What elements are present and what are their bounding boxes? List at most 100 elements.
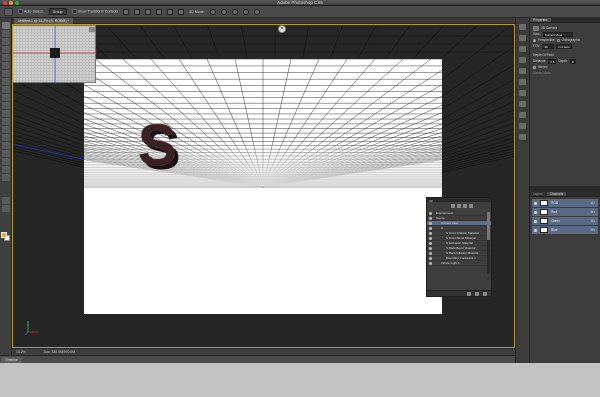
styles-panel-icon[interactable] <box>519 101 526 107</box>
shape-tool-icon[interactable] <box>1 158 10 165</box>
eyedropper-tool-icon[interactable] <box>1 62 10 69</box>
channel-row-blue[interactable]: Blue ⌘5 <box>532 226 598 234</box>
slide-3d-icon[interactable] <box>242 8 249 15</box>
channel-row-red[interactable]: Red ⌘3 <box>532 208 598 216</box>
swatches-panel-icon[interactable] <box>519 79 526 85</box>
render-icon[interactable] <box>475 292 479 296</box>
history-brush-tool-icon[interactable] <box>1 94 10 101</box>
align-top-icon[interactable] <box>123 8 130 15</box>
paragraph-panel-icon[interactable] <box>519 57 526 63</box>
depth-input[interactable]: 0 <box>569 58 576 64</box>
delete-icon[interactable] <box>483 292 487 296</box>
channel-row-rgb[interactable]: RGB ⌘2 <box>532 199 598 207</box>
eraser-tool-icon[interactable] <box>1 102 10 109</box>
axis-gizmo[interactable] <box>24 318 40 336</box>
scene-item[interactable]: Infinite Light 1 <box>427 261 491 266</box>
visibility-eye-icon[interactable] <box>429 241 432 245</box>
adjustments-panel-icon[interactable] <box>519 90 526 96</box>
clone-stamp-tool-icon[interactable] <box>1 86 10 93</box>
brush-panel-icon[interactable] <box>519 68 526 74</box>
document-canvas[interactable]: S S <box>84 59 442 314</box>
align-right-icon[interactable] <box>178 8 185 15</box>
visibility-eye-icon[interactable] <box>429 211 432 215</box>
move-tool-icon[interactable] <box>1 22 10 29</box>
tab-properties[interactable]: Properties <box>530 18 551 22</box>
align-left-icon[interactable] <box>156 8 163 15</box>
visibility-eye-icon[interactable] <box>534 219 537 223</box>
auto-select-checkbox[interactable] <box>18 9 23 14</box>
gradient-tool-icon[interactable] <box>1 110 10 117</box>
visibility-eye-icon[interactable] <box>429 226 432 230</box>
3d-secondary-view[interactable] <box>12 25 97 84</box>
show-transform-toggle[interactable]: Show Transform Controls <box>71 9 118 14</box>
3d-panel-icon[interactable] <box>519 134 526 140</box>
visibility-eye-icon[interactable] <box>429 231 432 235</box>
visibility-eye-icon[interactable] <box>429 256 432 260</box>
filter-meshes-icon[interactable] <box>457 204 461 208</box>
dodge-tool-icon[interactable] <box>1 126 10 133</box>
channels-panel-header: Layers Channels <box>530 192 600 197</box>
marquee-tool-icon[interactable] <box>1 30 10 37</box>
move-tool-icon[interactable] <box>4 7 13 16</box>
healing-brush-tool-icon[interactable] <box>1 70 10 77</box>
visibility-eye-icon[interactable] <box>429 261 432 265</box>
info-panel-icon[interactable] <box>519 112 526 118</box>
crop-tool-icon[interactable] <box>1 54 10 61</box>
scene-scrollbar[interactable] <box>487 212 490 274</box>
brush-tool-icon[interactable] <box>1 78 10 85</box>
filter-lights-icon[interactable] <box>469 204 473 208</box>
perspective-radio[interactable] <box>533 38 536 42</box>
stereo-checkbox[interactable] <box>533 65 536 69</box>
navigator-panel-icon[interactable] <box>519 123 526 129</box>
visibility-eye-icon[interactable] <box>429 246 432 250</box>
distance-input[interactable]: 0.5 <box>548 58 557 64</box>
tab-layers[interactable]: Layers <box>530 192 546 196</box>
path-select-tool-icon[interactable] <box>1 150 10 157</box>
visibility-eye-icon[interactable] <box>429 251 432 255</box>
align-center-icon[interactable] <box>167 8 174 15</box>
fov-input[interactable]: 40 <box>542 43 555 49</box>
drag-3d-icon[interactable] <box>231 8 238 15</box>
timeline-tab[interactable]: Timeline <box>1 357 22 363</box>
visibility-eye-icon[interactable] <box>534 210 537 214</box>
hand-tool-icon[interactable] <box>1 166 10 173</box>
visibility-eye-icon[interactable] <box>429 221 432 225</box>
filter-materials-icon[interactable] <box>463 204 467 208</box>
filter-whole-scene-icon[interactable] <box>451 204 455 208</box>
quick-mask-icon[interactable] <box>1 197 10 204</box>
document-size-info[interactable]: Doc: 330.0M/970.0M <box>44 350 75 354</box>
roll-3d-icon[interactable] <box>220 8 227 15</box>
pen-tool-icon[interactable] <box>1 134 10 141</box>
foreground-color-swatch[interactable] <box>1 232 7 238</box>
rotate-3d-icon[interactable] <box>209 8 216 15</box>
lasso-tool-icon[interactable] <box>1 38 10 45</box>
visibility-eye-icon[interactable] <box>429 236 432 240</box>
3d-scene-panel[interactable]: 3D Environment Scene Current View S S Front … <box>426 197 492 297</box>
quick-select-tool-icon[interactable] <box>1 46 10 53</box>
actions-panel-icon[interactable] <box>519 35 526 41</box>
zoom-level[interactable]: 13.2% <box>16 350 26 354</box>
auto-select-dropdown[interactable]: Group <box>48 8 67 15</box>
blur-tool-icon[interactable] <box>1 118 10 125</box>
view-dropdown[interactable]: Current View <box>542 31 573 37</box>
new-light-icon[interactable] <box>467 292 471 296</box>
type-tool-icon[interactable] <box>1 142 10 149</box>
visibility-eye-icon[interactable] <box>429 216 432 220</box>
channel-row-green[interactable]: Green ⌘4 <box>532 217 598 225</box>
screen-mode-icon[interactable] <box>1 205 10 212</box>
visibility-eye-icon[interactable] <box>534 201 537 205</box>
scale-3d-icon[interactable] <box>253 8 260 15</box>
extruded-s-shape[interactable]: S S <box>138 113 181 182</box>
tab-channels[interactable]: Channels <box>546 192 567 196</box>
character-panel-icon[interactable] <box>519 46 526 52</box>
auto-select-toggle[interactable]: Auto-Select: <box>18 9 44 14</box>
history-panel-icon[interactable] <box>519 24 526 30</box>
zoom-tool-icon[interactable] <box>1 174 10 181</box>
fov-unit-dropdown[interactable]: mm lens <box>556 43 572 49</box>
align-middle-icon[interactable] <box>134 8 141 15</box>
orthographic-radio[interactable] <box>556 38 560 42</box>
align-bottom-icon[interactable] <box>145 8 152 15</box>
visibility-eye-icon[interactable] <box>534 228 537 232</box>
show-transform-checkbox[interactable] <box>71 9 77 14</box>
camera-orbit-icon[interactable]: ✕ <box>278 25 286 33</box>
